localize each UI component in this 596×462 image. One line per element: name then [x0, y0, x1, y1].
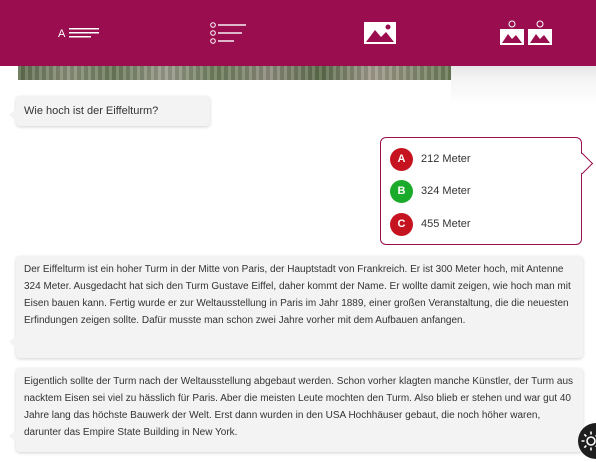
toolbar-image-quiz-button[interactable]	[476, 0, 576, 66]
header-shadow	[451, 66, 596, 106]
text-bubble-1: Der Eiffelturm ist ein hoher Turm in der…	[9, 256, 583, 358]
list-icon	[210, 22, 246, 44]
image-icon	[364, 22, 396, 44]
answer-b-text: 324 Meter	[421, 185, 471, 197]
answer-option-b[interactable]: B 324 Meter	[390, 179, 570, 203]
text-bubble-2: Eigentlich sollte der Turm nach der Welt…	[9, 368, 583, 452]
text-lines-icon: A	[58, 28, 99, 40]
answer-option-a[interactable]: A 212 Meter	[390, 147, 570, 171]
answer-a-text: 212 Meter	[421, 153, 471, 165]
image-quiz-icon	[500, 20, 552, 45]
text-icon-letter: A	[58, 28, 66, 40]
gear-icon	[581, 431, 596, 451]
top-toolbar: A	[0, 0, 596, 66]
eiffel-photo	[18, 66, 451, 80]
answer-b-badge: B	[390, 179, 413, 203]
answer-options: A 212 Meter B 324 Meter C 455 Meter	[380, 137, 582, 245]
toolbar-text-button[interactable]: A	[32, 0, 132, 66]
answer-option-c[interactable]: C 455 Meter	[390, 212, 570, 236]
answer-c-badge: C	[390, 212, 413, 236]
question-bubble: Wie hoch ist der Eiffelturm?	[9, 96, 210, 126]
answer-a-badge: A	[390, 147, 413, 171]
toolbar-list-button[interactable]	[180, 0, 280, 66]
toolbar-image-button[interactable]	[330, 0, 430, 66]
answer-c-text: 455 Meter	[421, 218, 471, 230]
